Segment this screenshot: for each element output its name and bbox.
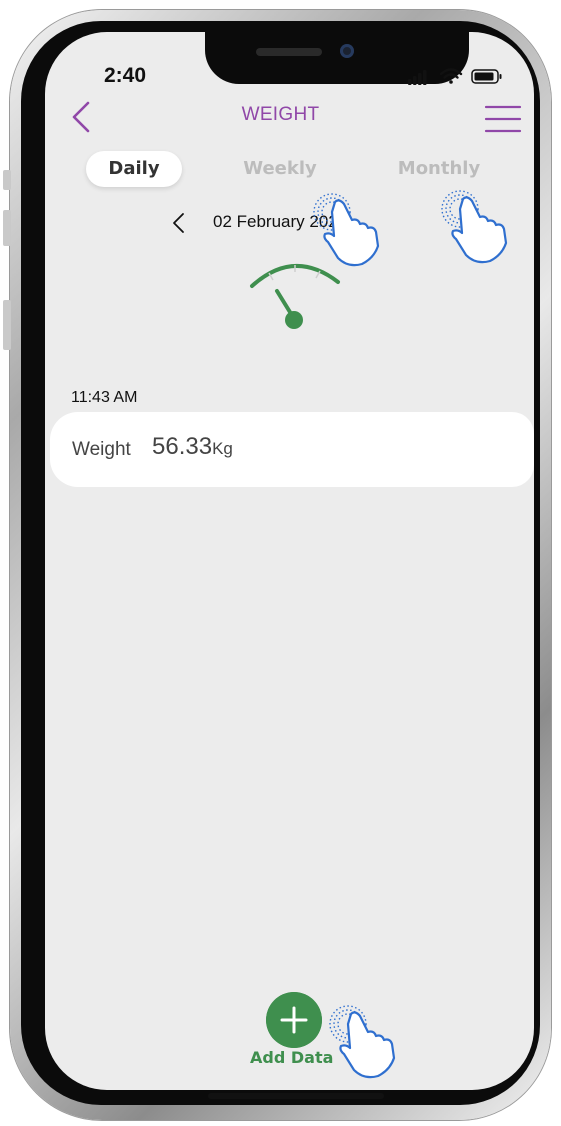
entry-value: 56.33 bbox=[152, 433, 213, 460]
entry-unit: Kg bbox=[212, 439, 233, 458]
tab-weekly[interactable]: Weekly bbox=[232, 151, 328, 187]
weight-entry-card[interactable]: Weight 56.33Kg bbox=[50, 412, 534, 487]
page-title: WEIGHT bbox=[241, 104, 320, 125]
tab-daily[interactable]: Daily bbox=[86, 151, 182, 187]
phone-side-button bbox=[3, 300, 11, 350]
home-indicator bbox=[208, 1093, 384, 1099]
status-icons bbox=[408, 68, 502, 85]
previous-date-button[interactable] bbox=[168, 210, 190, 236]
status-time: 2:40 bbox=[104, 64, 147, 87]
entry-label: Weight bbox=[72, 439, 131, 460]
front-camera bbox=[340, 44, 354, 58]
entry-time: 11:43 AM bbox=[71, 389, 138, 406]
tap-hint-hand-icon bbox=[329, 1005, 396, 1079]
add-data-label[interactable]: Add Data bbox=[250, 1048, 333, 1067]
battery-icon bbox=[471, 69, 502, 84]
add-data-button[interactable] bbox=[266, 992, 322, 1048]
cellular-signal-icon bbox=[408, 70, 427, 85]
weight-scale-gauge-icon bbox=[250, 263, 340, 329]
speaker-grill bbox=[256, 48, 322, 56]
menu-button[interactable] bbox=[484, 104, 522, 134]
entry-value-group: 56.33Kg bbox=[152, 433, 233, 461]
phone-side-button bbox=[3, 210, 11, 246]
hamburger-menu-icon bbox=[484, 105, 522, 133]
wifi-icon bbox=[439, 68, 463, 84]
chevron-left-icon bbox=[173, 213, 184, 233]
tap-hint-hand-icon bbox=[441, 190, 508, 264]
tap-hint-hand-icon bbox=[313, 193, 380, 267]
phone-side-button bbox=[3, 170, 11, 190]
tab-monthly[interactable]: Monthly bbox=[390, 151, 488, 187]
